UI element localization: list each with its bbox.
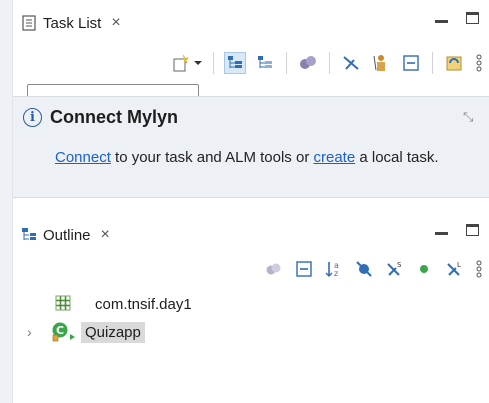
svg-text:S: S [397, 261, 402, 269]
hide-static-icon[interactable]: S [383, 258, 405, 280]
connect-link[interactable]: Connect [55, 149, 111, 166]
sphere-icon[interactable] [297, 52, 319, 74]
collapse-icon[interactable] [400, 52, 422, 74]
sync-icon[interactable] [443, 52, 465, 74]
task-filter-field[interactable] [27, 84, 199, 96]
mylyn-message: Connect to your task and ALM tools or cr… [55, 147, 485, 169]
categorized-icon[interactable] [224, 52, 246, 74]
mylyn-message-middle: to your task and ALM tools or [110, 149, 314, 166]
task-list-view-controls [435, 12, 479, 24]
sort-az-icon[interactable]: az [323, 258, 345, 280]
svg-text:z: z [334, 269, 338, 278]
tab-task-list-label: Task List [43, 14, 102, 32]
collapse-all-icon[interactable] [293, 258, 315, 280]
tab-outline-label: Outline [43, 226, 91, 244]
package-icon [55, 295, 73, 313]
scheduled-icon[interactable] [254, 52, 276, 74]
new-task-icon[interactable] [169, 52, 191, 74]
clear-icon[interactable] [340, 52, 362, 74]
tree-item-package[interactable]: com.tnsif.day1 [13, 290, 489, 318]
task-list-toolbar [165, 52, 489, 74]
outline-tree: com.tnsif.day1 › C Quizapp [13, 290, 489, 346]
outline-toolbar: az S L [259, 258, 489, 280]
dropdown-arrow-icon[interactable] [193, 52, 203, 74]
task-list-icon [21, 15, 37, 31]
mylyn-close-icon[interactable]: ⤡ [463, 109, 477, 124]
outline-view-controls [435, 224, 479, 236]
class-icon: C [51, 321, 79, 343]
tab-task-list[interactable]: Task List × [13, 4, 131, 42]
minimize-icon[interactable] [435, 226, 448, 235]
toolbar-separator [286, 52, 287, 74]
mylyn-title-text: Connect Mylyn [50, 107, 179, 127]
left-edge-strip [0, 0, 13, 403]
toolbar-separator [432, 52, 433, 74]
connect-mylyn-panel: i Connect Mylyn ⤡ Connect to your task a… [13, 96, 489, 198]
hide-fields-icon[interactable] [353, 258, 375, 280]
maximize-icon[interactable] [466, 12, 479, 24]
sphere-icon[interactable] [263, 258, 285, 280]
mylyn-title: i Connect Mylyn [23, 107, 178, 128]
more-icon[interactable] [473, 52, 485, 74]
create-link[interactable]: create [313, 149, 355, 166]
maximize-icon[interactable] [466, 224, 479, 236]
svg-text:L: L [457, 261, 461, 269]
hide-nonpublic-icon[interactable] [413, 258, 435, 280]
close-icon[interactable]: × [111, 15, 120, 31]
tab-outline[interactable]: Outline × [13, 216, 120, 254]
hide-local-types-icon[interactable]: L [443, 258, 465, 280]
mylyn-message-end: a local task. [355, 149, 439, 166]
task-list-tab-row: Task List × [13, 4, 131, 42]
tree-item-label: Quizapp [81, 321, 145, 343]
tree-item-label: com.tnsif.day1 [95, 295, 192, 313]
tree-item-class[interactable]: › C Quizapp [13, 318, 489, 346]
chevron-right-icon[interactable]: › [27, 324, 41, 340]
outline-tab-row: Outline × [13, 216, 120, 254]
more-icon[interactable] [473, 258, 485, 280]
info-icon: i [23, 108, 42, 127]
toolbar-separator [213, 52, 214, 74]
outline-icon [21, 227, 37, 243]
person-icon[interactable] [370, 52, 392, 74]
minimize-icon[interactable] [435, 14, 448, 23]
close-icon[interactable]: × [101, 227, 110, 243]
toolbar-separator [329, 52, 330, 74]
